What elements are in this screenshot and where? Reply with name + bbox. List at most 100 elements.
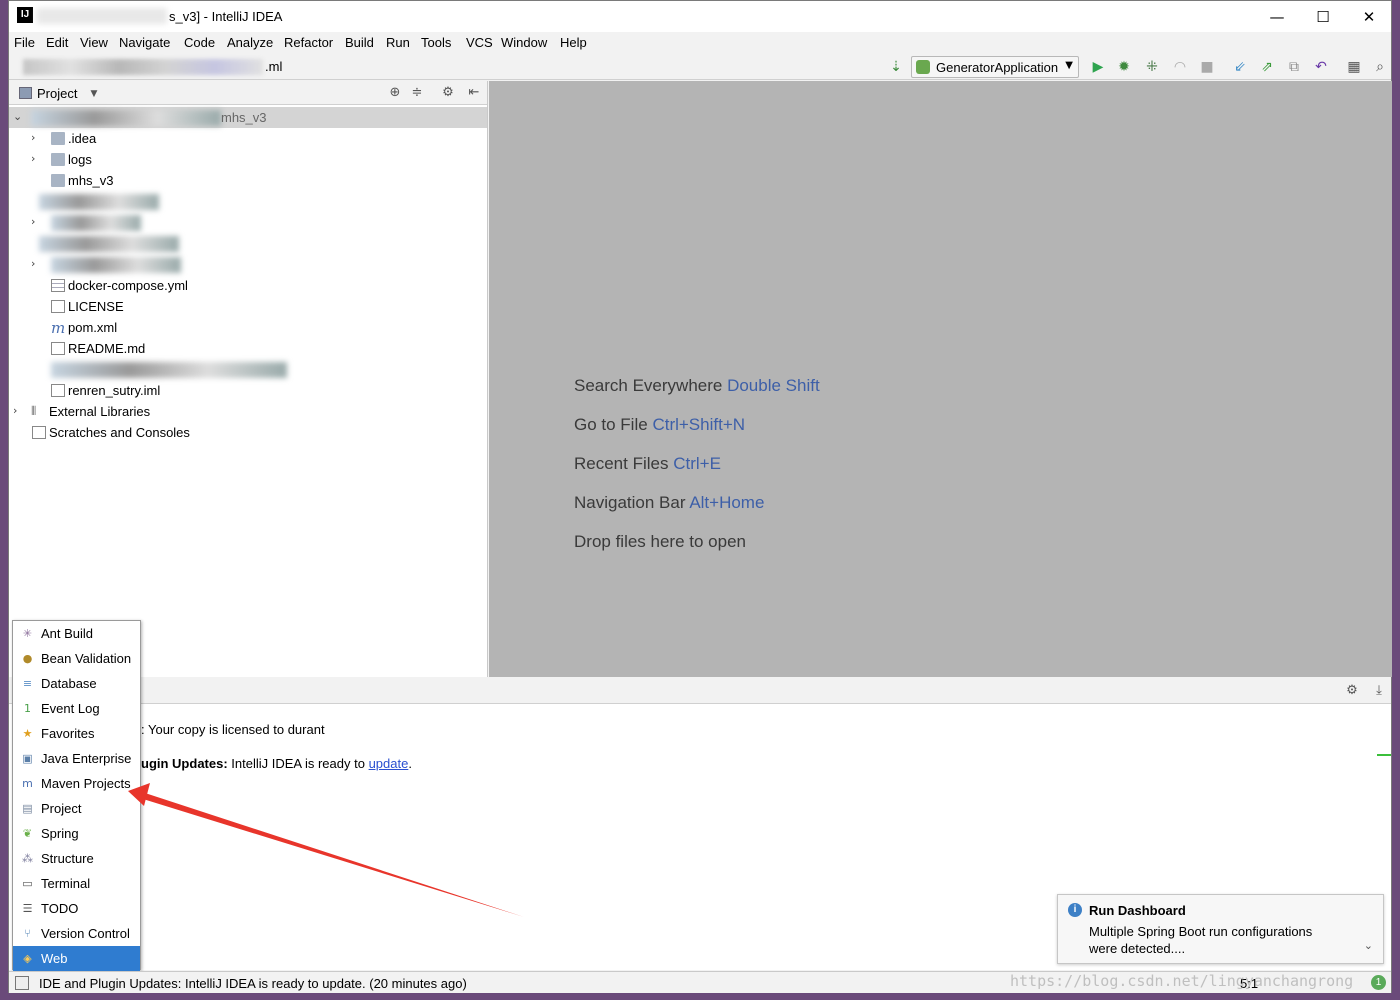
breadcrumb-file[interactable]: .ml — [265, 59, 282, 74]
chevron-down-icon[interactable]: ⌄ — [13, 110, 22, 123]
tool-window-item-todo[interactable]: ☰ TODO — [13, 896, 140, 921]
build-icon[interactable]: ⇣ — [887, 58, 905, 76]
tree-root[interactable]: ⌄ mhs_v3 — [9, 107, 487, 128]
minimize-button[interactable]: — — [1267, 7, 1287, 27]
chevron-right-icon[interactable]: › — [31, 152, 35, 165]
locate-icon[interactable]: ⊕ — [386, 84, 404, 102]
maven-file-icon: m — [51, 319, 66, 337]
menu-edit[interactable]: Edit — [46, 35, 68, 50]
update-link[interactable]: update — [369, 756, 409, 771]
tree-item[interactable]: README.md — [9, 338, 487, 359]
tool-window-item-structure[interactable]: ⁂ Structure — [13, 846, 140, 871]
chevron-right-icon[interactable]: › — [31, 215, 35, 228]
scratch-icon — [32, 426, 46, 439]
gear-icon[interactable]: ⚙ — [439, 84, 457, 102]
menu-window[interactable]: Window — [501, 35, 547, 50]
menu-code[interactable]: Code — [184, 35, 215, 50]
tree-item[interactable]: LICENSE — [9, 296, 487, 317]
menu-tools[interactable]: Tools — [421, 35, 451, 50]
chevron-down-icon[interactable]: ▼ — [85, 85, 103, 103]
project-structure-icon[interactable]: ▦ — [1345, 58, 1363, 76]
close-button[interactable]: ✕ — [1359, 7, 1379, 27]
tree-item-label: Scratches and Consoles — [49, 425, 190, 440]
maximize-button[interactable]: ☐ — [1313, 7, 1333, 27]
editor-area[interactable]: Search Everywhere Double Shift Go to Fil… — [489, 81, 1392, 677]
tool-window-item-database[interactable]: ≡ Database — [13, 671, 140, 696]
search-icon[interactable]: ⌕ — [1371, 58, 1389, 76]
menu-vcs[interactable]: VCS — [466, 35, 493, 50]
tree-item-blurred[interactable] — [9, 191, 487, 212]
tool-window-label: Java Enterprise — [41, 751, 132, 766]
tool-window-item-ant-build[interactable]: ✳ Ant Build — [13, 621, 140, 646]
tree-item-blurred[interactable] — [9, 233, 487, 254]
tool-window-item-event-log[interactable]: 1 Event Log — [13, 696, 140, 721]
hide-panel-icon[interactable]: ⤓ — [1370, 682, 1388, 700]
run-config-select[interactable]: GeneratorApplication ▼ — [911, 56, 1079, 78]
vcs-update-icon[interactable]: ⇙ — [1231, 58, 1249, 76]
java-enterprise-icon: ▣ — [22, 752, 33, 765]
chevron-right-icon[interactable]: › — [31, 131, 35, 144]
project-panel-title[interactable]: Project — [37, 86, 77, 101]
tree-item-blurred[interactable] — [9, 359, 487, 380]
vcs-commit-icon[interactable]: ⇗ — [1258, 58, 1276, 76]
run-icon[interactable]: ▶ — [1089, 58, 1107, 76]
window-title: s_v3] - IntelliJ IDEA — [169, 9, 283, 24]
chevron-right-icon[interactable]: › — [13, 404, 17, 417]
tree-item[interactable]: m pom.xml — [9, 317, 487, 338]
tree-item-blurred[interactable]: › — [9, 212, 487, 233]
tree-item[interactable]: Scratches and Consoles — [9, 422, 487, 443]
tree-item[interactable]: mhs_v3 — [9, 170, 487, 191]
tool-window-item-terminal[interactable]: ▭ Terminal — [13, 871, 140, 896]
tree-item-blurred[interactable]: › — [9, 254, 487, 275]
tool-window-item-spring[interactable]: ❦ Spring — [13, 821, 140, 846]
tool-window-label: Event Log — [41, 701, 100, 716]
menu-refactor[interactable]: Refactor — [284, 35, 333, 50]
tree-item[interactable]: › logs — [9, 149, 487, 170]
menu-build[interactable]: Build — [345, 35, 374, 50]
chevron-right-icon[interactable]: › — [31, 257, 35, 270]
hide-panel-icon[interactable]: ⇤ — [465, 84, 483, 102]
collapse-all-icon[interactable]: ≑ — [408, 84, 426, 102]
stop-icon[interactable]: ■ — [1198, 58, 1216, 76]
menu-analyze[interactable]: Analyze — [227, 35, 273, 50]
gear-icon[interactable]: ⚙ — [1343, 682, 1361, 700]
status-message[interactable]: IDE and Plugin Updates: IntelliJ IDEA is… — [39, 976, 467, 991]
title-bar: IJ s_v3] - IntelliJ IDEA — ☐ ✕ — [9, 1, 1391, 32]
tree-item[interactable]: renren_sutry.iml — [9, 380, 487, 401]
tool-window-item-bean-validation[interactable]: ● Bean Validation — [13, 646, 140, 671]
run-dashboard-notification[interactable]: i Run Dashboard Multiple Spring Boot run… — [1057, 894, 1384, 964]
breadcrumb-blurred — [23, 59, 263, 75]
hint-key: Ctrl+Shift+N — [652, 415, 746, 434]
menu-view[interactable]: View — [80, 35, 108, 50]
chevron-down-icon[interactable]: ⌄ — [1364, 939, 1373, 952]
tool-window-item-maven-projects[interactable]: m Maven Projects — [13, 771, 140, 796]
web-icon: ◈ — [23, 952, 32, 965]
tool-window-item-web[interactable]: ◈ Web — [13, 946, 140, 971]
debug-icon[interactable]: ✹ — [1115, 58, 1133, 76]
menu-file[interactable]: File — [14, 35, 35, 50]
tool-window-label: Web — [41, 951, 68, 966]
tree-item[interactable]: › .idea — [9, 128, 487, 149]
menu-help[interactable]: Help — [560, 35, 587, 50]
vcs-revert-icon[interactable]: ↶ — [1312, 58, 1330, 76]
folder-icon — [51, 174, 65, 187]
profile-icon[interactable]: ◠ — [1171, 58, 1189, 76]
blurred-name — [51, 257, 181, 273]
tree-item[interactable]: docker-compose.yml — [9, 275, 487, 296]
menu-run[interactable]: Run — [386, 35, 410, 50]
vcs-compare-icon[interactable]: ⧉ — [1285, 58, 1303, 76]
tool-window-item-version-control[interactable]: ⑂ Version Control — [13, 921, 140, 946]
watermark: https://blog.csdn.net/lingyanchangrong — [1010, 972, 1354, 990]
coverage-icon[interactable]: ⁜ — [1143, 58, 1161, 76]
event-update-text: IntelliJ IDEA is ready to — [227, 756, 369, 771]
tool-window-item-java-enterprise[interactable]: ▣ Java Enterprise — [13, 746, 140, 771]
project-icon — [19, 87, 32, 99]
tree-item[interactable]: › ⦀ External Libraries — [9, 401, 487, 422]
hint-text: Go to File — [574, 415, 648, 434]
star-icon: ★ — [22, 727, 33, 740]
tool-window-item-project[interactable]: ▤ Project — [13, 796, 140, 821]
tool-window-item-favorites[interactable]: ★ Favorites — [13, 721, 140, 746]
menu-navigate[interactable]: Navigate — [119, 35, 170, 50]
tool-windows-toggle-icon[interactable] — [15, 976, 29, 990]
event-count-badge[interactable]: 1 — [1371, 975, 1386, 990]
